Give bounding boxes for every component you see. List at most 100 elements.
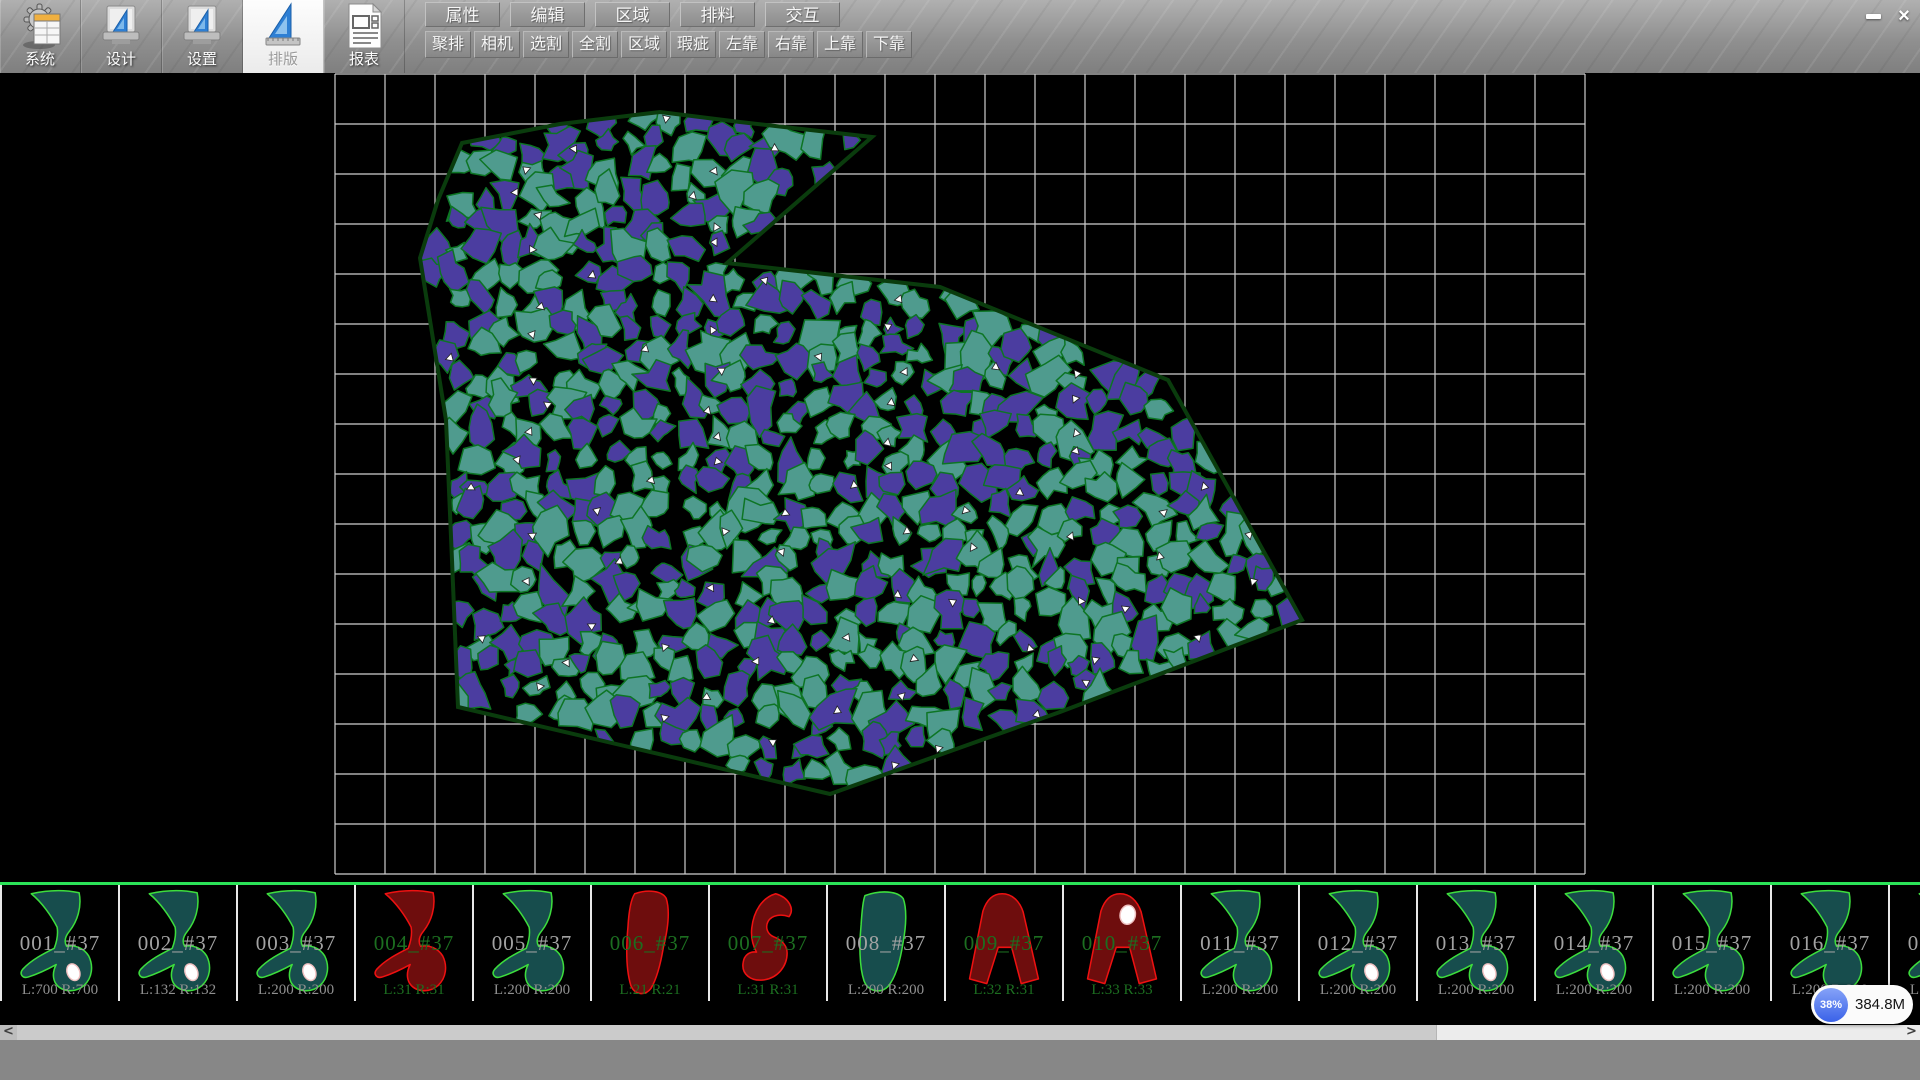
menu-tab-编辑[interactable]: 编辑 [510,2,585,27]
piece-id-label: 002_#37 [120,931,236,956]
piece-thumbnail-002_#37[interactable]: 002_#37 L:132 R:132 [118,885,236,1001]
application-window: 系统设计设置排版报表 属性编辑区域排料交互 聚排相机选割全割区域瑕疵左靠右靠上靠… [0,0,1920,1080]
piece-thumbnail-016_#37[interactable]: 016_#37L:200 R:200 [1770,885,1888,1001]
scroll-left-arrow-icon[interactable]: < [0,1025,17,1040]
piece-lr-count-label: L:32 R:31 [946,982,1062,999]
title-toolbar: 系统设计设置排版报表 属性编辑区域排料交互 聚排相机选割全割区域瑕疵左靠右靠上靠… [0,0,1920,73]
window-controls: × [1860,4,1917,28]
progress-percent-badge: 38% [1814,988,1848,1022]
piece-lr-count-label: L:200 R:200 [1536,982,1652,999]
app-button-label: 报表 [349,50,379,70]
piece-lr-count-label: L:200 R:200 [1654,982,1770,999]
piece-thumbnail-013_#37[interactable]: 013_#37 L:200 R:200 [1416,885,1534,1001]
menu-block: 属性编辑区域排料交互 聚排相机选割全割区域瑕疵左靠右靠上靠下靠 [425,2,912,58]
app-button-label: 设置 [187,50,217,70]
piece-id-label: 014_#37 [1536,931,1652,956]
piece-thumbnail-015_#37[interactable]: 015_#37L:200 R:200 [1652,885,1770,1001]
piece-thumbnail-005_#37[interactable]: 005_#37 L:200 R:200 [472,885,590,1001]
piece-id-label: 010_#37 [1064,931,1180,956]
piece-lr-count-label: L:31 R:31 [356,982,472,999]
piece-id-label: 017_#37 [1890,931,1920,956]
piece-thumbnail-017_#37[interactable]: 017_#37L:200 R:200 [1888,885,1920,1001]
progress-pill[interactable]: 38% 384.8M [1811,985,1913,1024]
piece-lr-count-label: L:132 R:132 [120,982,236,999]
tool-button-全割[interactable]: 全割 [572,31,618,58]
piece-id-label: 003_#37 [238,931,354,956]
app-button-排版[interactable]: 排版 [243,0,324,73]
piece-id-label: 011_#37 [1182,931,1298,956]
pieces-thumbnail-strip: 001_#37L:700 R:700002_#37L:132 R:132003_… [0,882,1920,1003]
tool-button-下靠[interactable]: 下靠 [866,31,912,58]
piece-lr-count-label: L:200 R:200 [1182,982,1298,999]
close-icon: × [1898,5,1910,28]
piece-id-label: 012_#37 [1300,931,1416,956]
app-toolbar: 系统 设计 设置 排版 报表 [0,0,405,73]
piece-id-label: 008_#37 [828,931,944,956]
app-button-设置[interactable]: 设置 [162,0,243,73]
scroll-right-arrow-icon[interactable]: > [1903,1025,1920,1040]
scrollbar-thumb[interactable] [17,1025,1437,1040]
menu-buttons: 聚排相机选割全割区域瑕疵左靠右靠上靠下靠 [425,31,912,58]
piece-thumbnail-010_#37[interactable]: 010_#37 L:33 R:33 [1062,885,1180,1001]
piece-thumbnail-014_#37[interactable]: 014_#37 L:200 R:200 [1534,885,1652,1001]
piece-lr-count-label: L:200 R:200 [238,982,354,999]
settings-laptop-icon [179,2,225,50]
close-button[interactable]: × [1891,4,1917,28]
menu-tab-交互[interactable]: 交互 [765,2,840,27]
app-button-设计[interactable]: 设计 [81,0,162,73]
tool-button-选割[interactable]: 选割 [523,31,569,58]
menu-tab-区域[interactable]: 区域 [595,2,670,27]
app-button-label: 排版 [268,50,298,70]
piece-thumbnail-009_#37[interactable]: 009_#37 L:32 R:31 [944,885,1062,1001]
nesting-canvas[interactable] [0,73,1920,882]
piece-lr-count-label: L:31 R:31 [710,982,826,999]
piece-lr-count-label: L:200 R:200 [1300,982,1416,999]
menu-tab-排料[interactable]: 排料 [680,2,755,27]
piece-lr-count-label: L:200 R:200 [828,982,944,999]
piece-id-label: 016_#37 [1772,931,1888,956]
tool-button-区域[interactable]: 区域 [621,31,667,58]
piece-id-label: 001_#37 [2,931,118,956]
piece-lr-count-label: L:700 R:700 [2,982,118,999]
app-button-label: 设计 [106,50,136,70]
app-button-报表[interactable]: 报表 [324,0,405,73]
piece-thumbnail-004_#37[interactable]: 004_#37L:31 R:31 [354,885,472,1001]
piece-id-label: 007_#37 [710,931,826,956]
horizontal-scrollbar[interactable]: < > [0,1025,1920,1040]
minimize-icon [1866,14,1881,19]
status-bar [0,1040,1920,1080]
menu-tab-属性[interactable]: 属性 [425,2,500,27]
tool-button-右靠[interactable]: 右靠 [768,31,814,58]
app-button-label: 系统 [25,50,55,70]
minimize-button[interactable] [1860,4,1886,28]
layout-ruler-icon [260,2,306,50]
piece-id-label: 006_#37 [592,931,708,956]
piece-id-label: 005_#37 [474,931,590,956]
tool-button-上靠[interactable]: 上靠 [817,31,863,58]
piece-id-label: 013_#37 [1418,931,1534,956]
piece-thumbnail-008_#37[interactable]: 008_#37 L:200 R:200 [826,885,944,1001]
menu-tabs: 属性编辑区域排料交互 [425,2,912,27]
piece-thumbnail-011_#37[interactable]: 011_#37 L:200 R:200 [1180,885,1298,1001]
nest-drawing [0,73,1920,882]
piece-lr-count-label: L:21 R:21 [592,982,708,999]
piece-lr-count-label: L:33 R:33 [1064,982,1180,999]
piece-thumbnail-006_#37[interactable]: 006_#37 L:21 R:21 [590,885,708,1001]
design-laptop-icon [98,2,144,50]
pieces-list: 001_#37L:700 R:700002_#37L:132 R:132003_… [0,885,1920,1003]
piece-thumbnail-012_#37[interactable]: 012_#37 L:200 R:200 [1298,885,1416,1001]
report-document-icon [341,2,387,50]
piece-thumbnail-001_#37[interactable]: 001_#37 L:700 R:700 [0,885,118,1001]
tool-button-瑕疵[interactable]: 瑕疵 [670,31,716,58]
piece-thumbnail-003_#37[interactable]: 003_#37 L:200 R:200 [236,885,354,1001]
progress-size-label: 384.8M [1855,996,1905,1013]
piece-id-label: 009_#37 [946,931,1062,956]
tool-button-聚排[interactable]: 聚排 [425,31,471,58]
piece-lr-count-label: L:200 R:200 [1418,982,1534,999]
tool-button-相机[interactable]: 相机 [474,31,520,58]
system-gear-icon [17,2,63,50]
tool-button-左靠[interactable]: 左靠 [719,31,765,58]
piece-thumbnail-007_#37[interactable]: 007_#37 L:31 R:31 [708,885,826,1001]
piece-lr-count-label: L:200 R:200 [474,982,590,999]
app-button-系统[interactable]: 系统 [0,0,81,73]
